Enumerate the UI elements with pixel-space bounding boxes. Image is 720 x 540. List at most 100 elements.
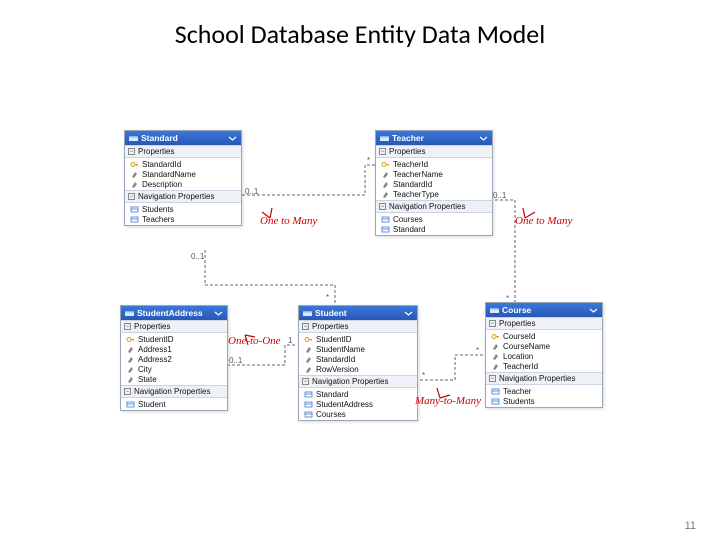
collapse-icon[interactable]	[228, 134, 237, 143]
entity-course[interactable]: Course −Properties CourseId CourseName L…	[485, 302, 603, 408]
property-icon	[491, 362, 500, 371]
diagram-canvas: Standard −Properties StandardId Standard…	[120, 120, 620, 465]
property-row[interactable]: StudentID	[299, 334, 417, 344]
nav-row[interactable]: Teachers	[125, 214, 241, 224]
entity-icon	[490, 306, 499, 315]
property-icon	[130, 170, 139, 179]
property-row[interactable]: State	[121, 374, 227, 384]
toggle-icon[interactable]: −	[302, 323, 309, 330]
property-row[interactable]: StandardId	[376, 179, 492, 189]
property-row[interactable]: Location	[486, 351, 602, 361]
property-row[interactable]: StandardName	[125, 169, 241, 179]
property-row[interactable]: City	[121, 364, 227, 374]
entity-icon	[380, 134, 389, 143]
toggle-icon[interactable]: −	[128, 193, 135, 200]
collapse-icon[interactable]	[404, 309, 413, 318]
section-properties[interactable]: −Properties	[299, 320, 417, 333]
property-row[interactable]: CourseName	[486, 341, 602, 351]
toggle-icon[interactable]: −	[489, 320, 496, 327]
nav-row[interactable]: Teacher	[486, 386, 602, 396]
label-one-to-many: One to Many	[515, 215, 572, 227]
property-icon	[304, 355, 313, 364]
section-nav[interactable]: −Navigation Properties	[121, 385, 227, 398]
property-row[interactable]: StandardId	[125, 159, 241, 169]
nav-row[interactable]: Students	[125, 204, 241, 214]
entity-studentaddress[interactable]: StudentAddress −Properties StudentID Add…	[120, 305, 228, 411]
nav-icon	[130, 205, 139, 214]
page-number: 11	[685, 520, 696, 532]
label-one-to-many: One to Many	[260, 215, 317, 227]
entity-header[interactable]: Student	[299, 306, 417, 320]
nav-icon	[304, 390, 313, 399]
property-row[interactable]: Address2	[121, 354, 227, 364]
entity-standard[interactable]: Standard −Properties StandardId Standard…	[124, 130, 242, 226]
nav-row[interactable]: StudentAddress	[299, 399, 417, 409]
cardinality: 0..1	[191, 252, 204, 261]
collapse-icon[interactable]	[214, 309, 223, 318]
nav-row[interactable]: Courses	[376, 214, 492, 224]
collapse-icon[interactable]	[589, 306, 598, 315]
property-icon	[126, 365, 135, 374]
nav-icon	[491, 387, 500, 396]
property-icon	[381, 190, 390, 199]
cardinality: *	[476, 346, 479, 355]
section-properties[interactable]: −Properties	[125, 145, 241, 158]
toggle-icon[interactable]: −	[124, 388, 131, 395]
property-icon	[130, 180, 139, 189]
section-properties[interactable]: −Properties	[376, 145, 492, 158]
property-icon	[491, 352, 500, 361]
toggle-icon[interactable]: −	[302, 378, 309, 385]
entity-student[interactable]: Student −Properties StudentID StudentNam…	[298, 305, 418, 421]
toggle-icon[interactable]: −	[379, 148, 386, 155]
property-row[interactable]: StudentName	[299, 344, 417, 354]
collapse-icon[interactable]	[479, 134, 488, 143]
cardinality: *	[326, 293, 329, 302]
property-row[interactable]: Description	[125, 179, 241, 189]
entity-header[interactable]: StudentAddress	[121, 306, 227, 320]
property-icon	[126, 355, 135, 364]
nav-row[interactable]: Courses	[299, 409, 417, 419]
nav-row[interactable]: Standard	[376, 224, 492, 234]
property-row[interactable]: RowVersion	[299, 364, 417, 374]
property-row[interactable]: StandardId	[299, 354, 417, 364]
property-icon	[491, 342, 500, 351]
page-title: School Database Entity Data Model	[0, 0, 720, 50]
property-row[interactable]: TeacherId	[376, 159, 492, 169]
cardinality: 1	[288, 336, 292, 345]
label-many-to-many: Many-to-Many	[415, 395, 481, 407]
property-row[interactable]: TeacherId	[486, 361, 602, 371]
entity-header[interactable]: Standard	[125, 131, 241, 145]
nav-row[interactable]: Standard	[299, 389, 417, 399]
entity-icon	[303, 309, 312, 318]
entity-teacher[interactable]: Teacher −Properties TeacherId TeacherNam…	[375, 130, 493, 236]
property-row[interactable]: CourseId	[486, 331, 602, 341]
entity-header[interactable]: Course	[486, 303, 602, 317]
nav-row[interactable]: Student	[121, 399, 227, 409]
property-row[interactable]: TeacherName	[376, 169, 492, 179]
toggle-icon[interactable]: −	[379, 203, 386, 210]
section-nav[interactable]: −Navigation Properties	[299, 375, 417, 388]
toggle-icon[interactable]: −	[489, 375, 496, 382]
property-row[interactable]: TeacherType	[376, 189, 492, 199]
nav-icon	[126, 400, 135, 409]
section-nav[interactable]: −Navigation Properties	[125, 190, 241, 203]
section-nav[interactable]: −Navigation Properties	[376, 200, 492, 213]
entity-name: Course	[502, 305, 531, 315]
key-icon	[491, 332, 500, 341]
toggle-icon[interactable]: −	[128, 148, 135, 155]
property-icon	[304, 365, 313, 374]
section-properties[interactable]: −Properties	[486, 317, 602, 330]
cardinality: 0..1	[245, 187, 258, 196]
property-row[interactable]: Address1	[121, 344, 227, 354]
section-properties[interactable]: −Properties	[121, 320, 227, 333]
entity-header[interactable]: Teacher	[376, 131, 492, 145]
nav-icon	[304, 400, 313, 409]
section-nav[interactable]: −Navigation Properties	[486, 372, 602, 385]
nav-row[interactable]: Students	[486, 396, 602, 406]
property-icon	[381, 180, 390, 189]
label-one-to-one: One-to-One	[228, 335, 281, 347]
nav-icon	[381, 225, 390, 234]
nav-icon	[130, 215, 139, 224]
toggle-icon[interactable]: −	[124, 323, 131, 330]
property-row[interactable]: StudentID	[121, 334, 227, 344]
